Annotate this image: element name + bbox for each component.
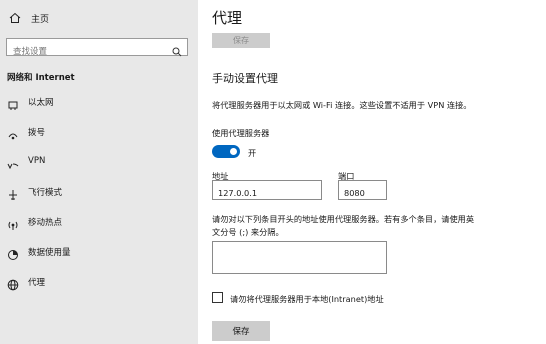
local-address-checkbox-label: 请勿将代理服务器用于本地(Intranet)地址	[230, 294, 384, 304]
use-proxy-label: 使用代理服务器	[212, 128, 270, 138]
sidebar-item-label: 数据使用量	[28, 248, 71, 258]
data-usage-icon	[7, 246, 19, 260]
manual-proxy-heading: 手动设置代理	[212, 72, 278, 85]
hotspot-icon	[7, 216, 19, 230]
search-input[interactable]	[7, 44, 163, 60]
airplane-icon	[7, 186, 19, 200]
port-input[interactable]	[339, 184, 386, 202]
toggle-state-label: 开	[248, 148, 257, 158]
sidebar-item-proxy[interactable]: 代理	[0, 272, 198, 292]
sidebar-item-ethernet[interactable]: 以太网	[0, 92, 198, 112]
exceptions-description-line2: 文分号 (;) 来分隔。	[212, 227, 284, 237]
sidebar-item-dialup[interactable]: 拨号	[0, 122, 198, 142]
vpn-icon	[7, 156, 19, 170]
sidebar-item-label: 拨号	[28, 128, 46, 138]
sidebar-item-hotspot[interactable]: 移动热点	[0, 212, 198, 232]
search-box[interactable]	[6, 38, 188, 60]
home-icon	[9, 9, 21, 28]
section-title: 网络和 Internet	[7, 73, 75, 83]
use-proxy-toggle[interactable]	[212, 145, 240, 158]
top-save-button[interactable]: 保存	[212, 33, 270, 48]
search-icon[interactable]	[172, 42, 182, 61]
sidebar-item-label: 代理	[28, 278, 46, 288]
sidebar-item-vpn[interactable]: VPN	[0, 152, 198, 172]
ethernet-icon	[7, 96, 19, 110]
dialup-icon	[7, 126, 19, 140]
sidebar-item-label: VPN	[28, 156, 46, 166]
local-address-checkbox[interactable]	[212, 292, 223, 303]
sidebar-item-label: 飞行模式	[28, 188, 63, 198]
exceptions-description-line1: 请勿对以下列条目开头的地址使用代理服务器。若有多个条目，请使用英	[212, 214, 475, 224]
sidebar-item-data-usage[interactable]: 数据使用量	[0, 242, 198, 262]
save-button[interactable]: 保存	[212, 321, 270, 341]
sidebar: 主页 网络和 Internet 以太网 拨号 VPN 飞行模式	[0, 0, 198, 344]
sidebar-home[interactable]: 主页	[9, 11, 49, 25]
address-input[interactable]	[213, 184, 321, 202]
port-field[interactable]	[338, 180, 387, 202]
exceptions-input[interactable]	[213, 242, 390, 277]
page-title: 代理	[212, 9, 243, 27]
address-field[interactable]	[212, 180, 322, 202]
sidebar-item-label: 以太网	[28, 98, 54, 108]
sidebar-item-airplane[interactable]: 飞行模式	[0, 182, 198, 202]
sidebar-item-label: 移动热点	[28, 218, 63, 228]
exceptions-field[interactable]	[212, 241, 390, 277]
toggle-knob	[230, 148, 237, 155]
manual-proxy-description: 将代理服务器用于以太网或 Wi-Fi 连接。这些设置不适用于 VPN 连接。	[212, 100, 472, 110]
globe-icon	[7, 276, 19, 291]
home-label: 主页	[31, 14, 50, 25]
